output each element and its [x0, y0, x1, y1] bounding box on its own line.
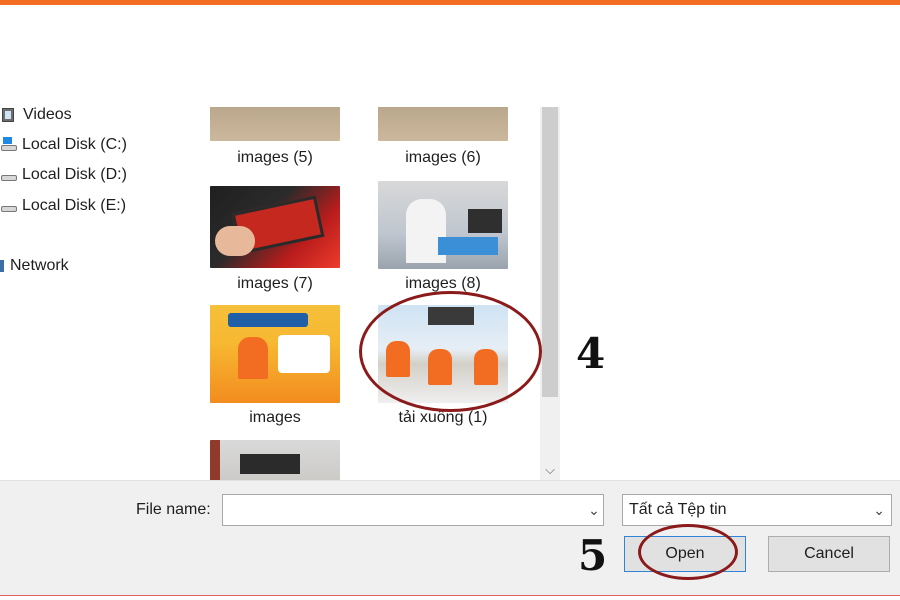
file-list: images (5) images (6) images (7) images … [180, 107, 540, 480]
step-number-4: 4 [576, 329, 606, 378]
nav-item-label: Local Disk (C:) [22, 136, 127, 153]
file-name: images (5) [237, 149, 313, 166]
file-name-label: File name: [136, 501, 211, 518]
file-list-scrollbar[interactable]: ⌵ [540, 107, 560, 480]
file-name: images (7) [237, 275, 313, 292]
step-number-5: 5 [578, 531, 608, 580]
bottom-divider [0, 595, 900, 596]
nav-item-label: Local Disk (E:) [22, 197, 127, 214]
nav-item-network[interactable]: Network [0, 254, 69, 278]
chevron-down-icon: ⌄ [873, 502, 885, 518]
file-type-selected: Tất cả Tệp tin [629, 501, 727, 518]
disk-drive-icon [0, 166, 17, 184]
nav-item-local-disk-d[interactable]: Local Disk (D:) [0, 163, 127, 187]
file-thumbnail [210, 107, 340, 141]
file-thumbnail [210, 186, 340, 268]
scroll-down-arrow-icon[interactable]: ⌵ [540, 462, 560, 478]
file-name-input[interactable] [222, 494, 604, 526]
file-thumbnail [378, 181, 508, 269]
nav-item-local-disk-e[interactable]: Local Disk (E:) [0, 194, 126, 218]
network-icon [0, 257, 6, 275]
system-disk-icon [0, 136, 17, 154]
nav-item-videos[interactable]: Videos [2, 103, 72, 127]
top-accent-bar [0, 0, 900, 5]
dialog-footer: File name: ⌄ Tất cả Tệp tin ⌄ Open Cance… [0, 480, 900, 596]
cancel-button[interactable]: Cancel [768, 536, 890, 572]
file-thumbnail [210, 440, 340, 480]
nav-item-local-disk-c[interactable]: Local Disk (C:) [0, 133, 127, 157]
file-name: images (6) [405, 149, 481, 166]
file-thumbnail [378, 107, 508, 141]
scrollbar-thumb[interactable] [542, 107, 558, 397]
highlight-ring-file [359, 291, 542, 412]
highlight-ring-open [638, 524, 738, 580]
nav-item-label: Network [10, 257, 69, 274]
file-type-select[interactable]: Tất cả Tệp tin ⌄ [622, 494, 892, 526]
file-thumbnail [210, 305, 340, 403]
nav-item-label: Videos [23, 106, 72, 123]
nav-item-label: Local Disk (D:) [22, 166, 127, 183]
file-name: images [249, 409, 301, 426]
video-folder-icon [0, 106, 18, 124]
disk-drive-icon [0, 197, 17, 215]
chevron-down-icon[interactable]: ⌄ [584, 494, 604, 526]
